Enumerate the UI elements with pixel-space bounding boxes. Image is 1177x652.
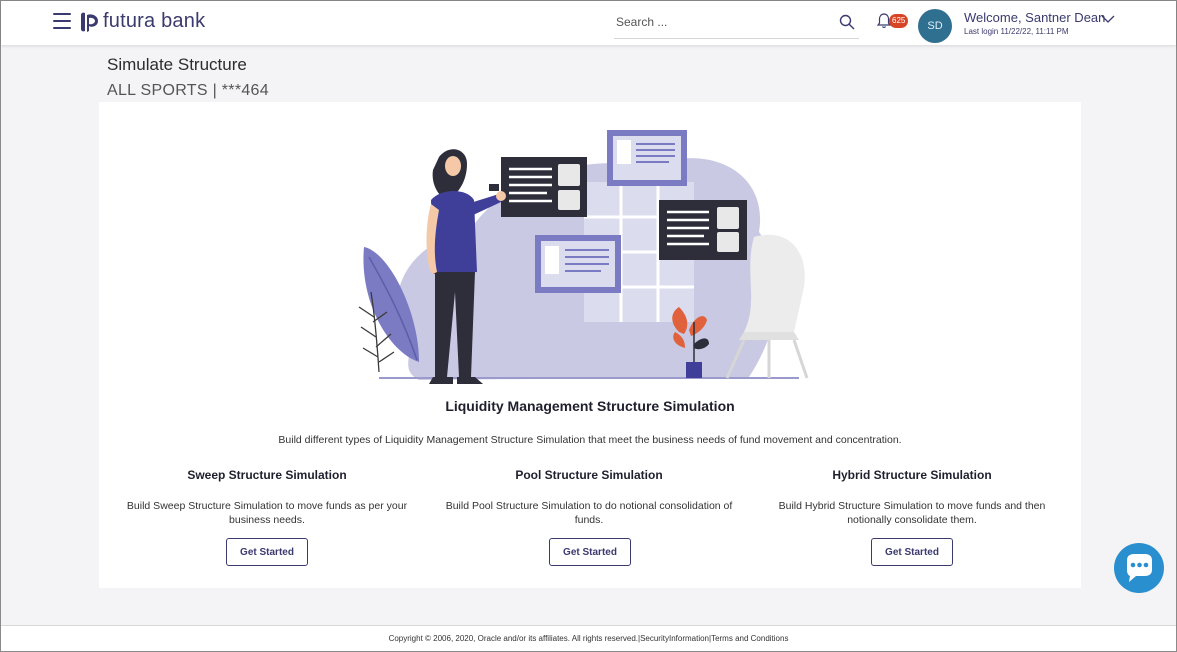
welcome-text: Welcome, Santner Dean bbox=[964, 10, 1106, 25]
pool-option-title: Pool Structure Simulation bbox=[515, 468, 663, 482]
section-heading: Liquidity Management Structure Simulatio… bbox=[445, 398, 735, 414]
hybrid-option-title: Hybrid Structure Simulation bbox=[832, 468, 992, 482]
pool-option: Pool Structure Simulation Build Pool Str… bbox=[428, 468, 750, 527]
bank-logo[interactable]: futura bank bbox=[78, 10, 205, 33]
section-description: Build different types of Liquidity Manag… bbox=[278, 434, 902, 446]
hybrid-option: Hybrid Structure Simulation Build Hybrid… bbox=[751, 468, 1073, 527]
party-account-subtitle: ALL SPORTS | ***464 bbox=[107, 82, 269, 99]
chevron-down-icon[interactable] bbox=[1101, 14, 1115, 24]
sweep-get-started-button[interactable]: Get Started bbox=[226, 538, 308, 566]
sweep-option-description: Build Sweep Structure Simulation to move… bbox=[126, 500, 408, 526]
logo-text: futura bank bbox=[103, 10, 206, 32]
hamburger-menu-icon[interactable] bbox=[53, 13, 71, 29]
hybrid-get-started-button[interactable]: Get Started bbox=[871, 538, 953, 566]
notification-count-badge[interactable]: 625 bbox=[889, 14, 909, 28]
pool-option-description: Build Pool Structure Simulation to do no… bbox=[445, 500, 733, 526]
page-title: Simulate Structure bbox=[107, 55, 247, 74]
chat-bubble-icon bbox=[1127, 554, 1152, 582]
sweep-option-title: Sweep Structure Simulation bbox=[187, 468, 347, 482]
top-header: futura bank 625 SD Welcome, Santner Dean… bbox=[1, 1, 1176, 45]
last-login-text: Last login 11/22/22, 11:11 PM bbox=[964, 27, 1069, 36]
avatar[interactable]: SD bbox=[918, 9, 952, 43]
search-icon[interactable] bbox=[839, 14, 855, 30]
simulation-illustration bbox=[358, 130, 809, 384]
pool-get-started-button[interactable]: Get Started bbox=[549, 538, 631, 566]
hybrid-option-description: Build Hybrid Structure Simulation to mov… bbox=[778, 500, 1046, 526]
chatbot-button[interactable] bbox=[1114, 543, 1164, 593]
search-box bbox=[614, 7, 859, 39]
user-welcome[interactable]: Welcome, Santner Dean Last login 11/22/2… bbox=[964, 10, 1105, 36]
search-input[interactable] bbox=[614, 7, 824, 37]
logo-mark-icon bbox=[81, 12, 98, 32]
sweep-option: Sweep Structure Simulation Build Sweep S… bbox=[106, 468, 428, 527]
footer-copyright: Copyright © 2006, 2020, Oracle and/or it… bbox=[1, 625, 1176, 651]
simulation-card: Liquidity Management Structure Simulatio… bbox=[99, 102, 1081, 588]
